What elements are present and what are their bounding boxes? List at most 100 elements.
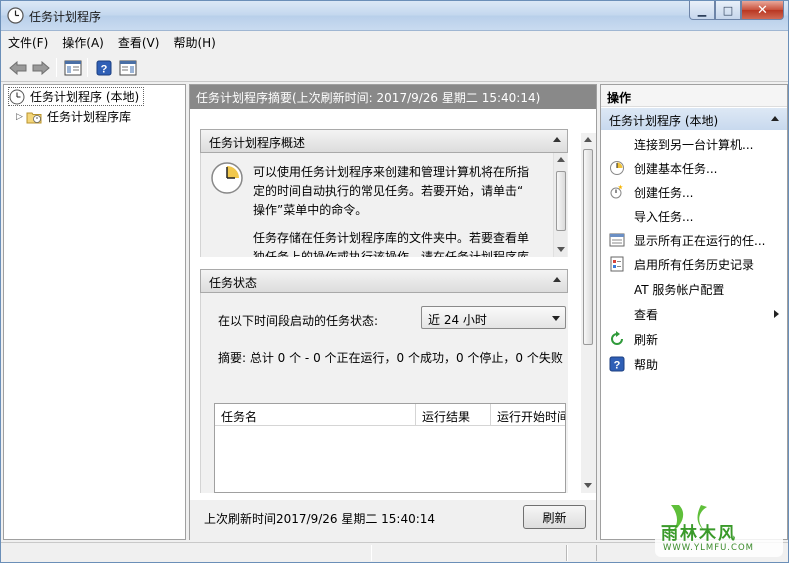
action-label: AT 服务帐户配置 xyxy=(634,282,725,297)
clock-icon xyxy=(9,89,25,104)
action-label: 刷新 xyxy=(634,332,659,347)
toolbar-separator xyxy=(56,58,57,77)
menu-bar: 文件(F) 操作(A) 查看(V) 帮助(H) xyxy=(1,31,788,53)
action-label: 显示所有正在运行的任... xyxy=(634,233,766,248)
action-label: 创建任务... xyxy=(634,185,694,200)
scroll-down-icon[interactable] xyxy=(584,483,592,488)
dropdown-arrow-icon xyxy=(552,316,560,321)
tree-root-label: 任务计划程序 (本地) xyxy=(30,90,140,104)
running-tasks-icon xyxy=(609,233,625,247)
action-view[interactable]: 查看 xyxy=(601,303,787,325)
status-summary: 摘要: 总计 0 个 - 0 个正在运行，0 个成功，0 个停止，0 个失败 xyxy=(218,351,563,365)
watermark-url: WWW.YLMFU.COM xyxy=(663,543,754,553)
collapse-arrow-icon[interactable] xyxy=(553,277,561,282)
basic-task-icon xyxy=(610,161,624,175)
action-create-task[interactable]: 创建任务... xyxy=(601,181,787,203)
back-button[interactable] xyxy=(7,57,28,78)
status-title: 任务状态 xyxy=(209,276,258,290)
column-task-name[interactable]: 任务名 xyxy=(215,404,416,426)
tree-library-label: 任务计划程序库 xyxy=(47,110,132,124)
watermark-brand: 雨林木风 xyxy=(661,524,737,544)
collapse-arrow-icon[interactable] xyxy=(771,116,779,121)
actions-group-header[interactable]: 任务计划程序 (本地) xyxy=(601,108,787,130)
status-segment xyxy=(371,545,567,561)
help-toolbar-button[interactable]: ? xyxy=(93,57,114,78)
status-period-dropdown[interactable]: 近 24 小时 xyxy=(421,306,566,329)
menu-file[interactable]: 文件(F) xyxy=(8,34,48,51)
refresh-button[interactable]: 刷新 xyxy=(523,505,586,529)
actions-title: 操作 xyxy=(601,85,787,107)
task-status-table: 任务名 运行结果 运行开始时间 xyxy=(214,403,566,493)
status-section-header[interactable]: 任务状态 xyxy=(200,269,568,293)
overview-scrollbar[interactable] xyxy=(553,153,567,257)
menu-view[interactable]: 查看(V) xyxy=(118,34,160,51)
title-bar[interactable]: 任务计划程序 ▁ □ ✕ xyxy=(1,1,788,31)
overview-line: 独任务上的操作或执行该操作，请在任务计划程序库 xyxy=(253,250,530,257)
close-button[interactable]: ✕ xyxy=(741,1,784,20)
scroll-up-icon[interactable] xyxy=(557,157,565,162)
action-pane-icon xyxy=(119,60,136,75)
scroll-down-icon[interactable] xyxy=(557,247,565,252)
action-create-basic-task[interactable]: 创建基本任务... xyxy=(601,157,787,179)
tree-item-library[interactable]: ▷ 任务计划程序库 xyxy=(16,107,131,126)
overview-line: 操作”菜单中的命令。 xyxy=(253,203,368,217)
overview-line: 可以使用任务计划程序来创建和管理计算机将在所指 xyxy=(253,165,530,179)
column-run-start[interactable]: 运行开始时间 xyxy=(491,404,565,426)
expand-icon[interactable]: ▷ xyxy=(16,112,26,122)
action-show-running-tasks[interactable]: 显示所有正在运行的任... xyxy=(601,229,787,251)
scroll-thumb[interactable] xyxy=(556,171,566,231)
window-title: 任务计划程序 xyxy=(29,10,102,24)
status-period-label: 在以下时间段启动的任务状态: xyxy=(218,314,379,328)
show-hide-tree-button[interactable] xyxy=(62,57,83,78)
table-header: 任务名 运行结果 运行开始时间 xyxy=(215,404,565,426)
watermark-logo: 雨林木风 WWW.YLMFU.COM xyxy=(653,501,785,559)
toolbar: ? xyxy=(1,53,788,82)
main-window: 任务计划程序 ▁ □ ✕ 文件(F) 操作(A) 查看(V) 帮助(H) ? 任… xyxy=(0,0,789,563)
action-label: 连接到另一台计算机... xyxy=(634,137,754,152)
scroll-thumb[interactable] xyxy=(583,149,593,345)
submenu-arrow-icon xyxy=(774,310,779,318)
summary-scrollbar[interactable] xyxy=(581,133,596,493)
column-run-result[interactable]: 运行结果 xyxy=(416,404,491,426)
create-task-icon xyxy=(610,184,623,199)
action-label: 查看 xyxy=(634,307,659,322)
action-refresh[interactable]: 刷新 xyxy=(601,328,787,350)
forward-button[interactable] xyxy=(30,57,51,78)
show-hide-action-pane-button[interactable] xyxy=(117,57,138,78)
minimize-button[interactable]: ▁ xyxy=(689,1,715,20)
maximize-button[interactable]: □ xyxy=(715,1,741,20)
overview-body: 可以使用任务计划程序来创建和管理计算机将在所指 定的时间自动执行的常见任务。若要… xyxy=(200,153,568,257)
svg-text:?: ? xyxy=(100,63,107,75)
collapse-arrow-icon[interactable] xyxy=(553,137,561,142)
action-help[interactable]: ? 帮助 xyxy=(601,353,787,375)
maximize-icon: □ xyxy=(722,3,734,17)
summary-pane: 任务计划程序摘要(上次刷新时间: 2017/9/26 星期二 15:40:14)… xyxy=(189,84,597,540)
forward-arrow-icon xyxy=(32,60,50,75)
scroll-up-icon[interactable] xyxy=(584,137,592,142)
actions-group-label: 任务计划程序 (本地) xyxy=(609,114,719,128)
help-icon: ? xyxy=(609,356,625,372)
folder-clock-icon xyxy=(26,112,42,123)
svg-text:?: ? xyxy=(614,360,621,372)
action-label: 帮助 xyxy=(634,357,659,372)
summary-panels: 任务计划程序概述 可以使用任务计划程序来创建和管理计算机将在所指 定的时间自动执… xyxy=(200,125,570,525)
last-refresh-text: 上次刷新时间2017/9/26 星期二 15:40:14 xyxy=(204,512,436,526)
menu-help[interactable]: 帮助(H) xyxy=(173,34,215,51)
action-at-service-config[interactable]: AT 服务帐户配置 xyxy=(601,278,787,300)
action-import-task[interactable]: 导入任务... xyxy=(601,205,787,227)
history-icon xyxy=(610,256,624,272)
action-connect-computer[interactable]: 连接到另一台计算机... xyxy=(601,133,787,155)
summary-header: 任务计划程序摘要(上次刷新时间: 2017/9/26 星期二 15:40:14) xyxy=(190,85,596,109)
overview-paragraph-1: 可以使用任务计划程序来创建和管理计算机将在所指 定的时间自动执行的常见任务。若要… xyxy=(253,163,549,220)
action-enable-history[interactable]: 启用所有任务历史记录 xyxy=(601,253,787,275)
clock-icon xyxy=(7,7,24,24)
help-icon: ? xyxy=(96,60,111,75)
window-controls: ▁ □ ✕ xyxy=(689,1,784,21)
back-arrow-icon xyxy=(8,60,26,75)
overview-section-header[interactable]: 任务计划程序概述 xyxy=(200,129,568,153)
action-label: 导入任务... xyxy=(634,209,694,224)
tree-item-root[interactable]: 任务计划程序 (本地) xyxy=(8,87,145,106)
minimize-icon: ▁ xyxy=(697,3,707,17)
action-label: 启用所有任务历史记录 xyxy=(634,257,755,272)
menu-action[interactable]: 操作(A) xyxy=(62,34,104,51)
